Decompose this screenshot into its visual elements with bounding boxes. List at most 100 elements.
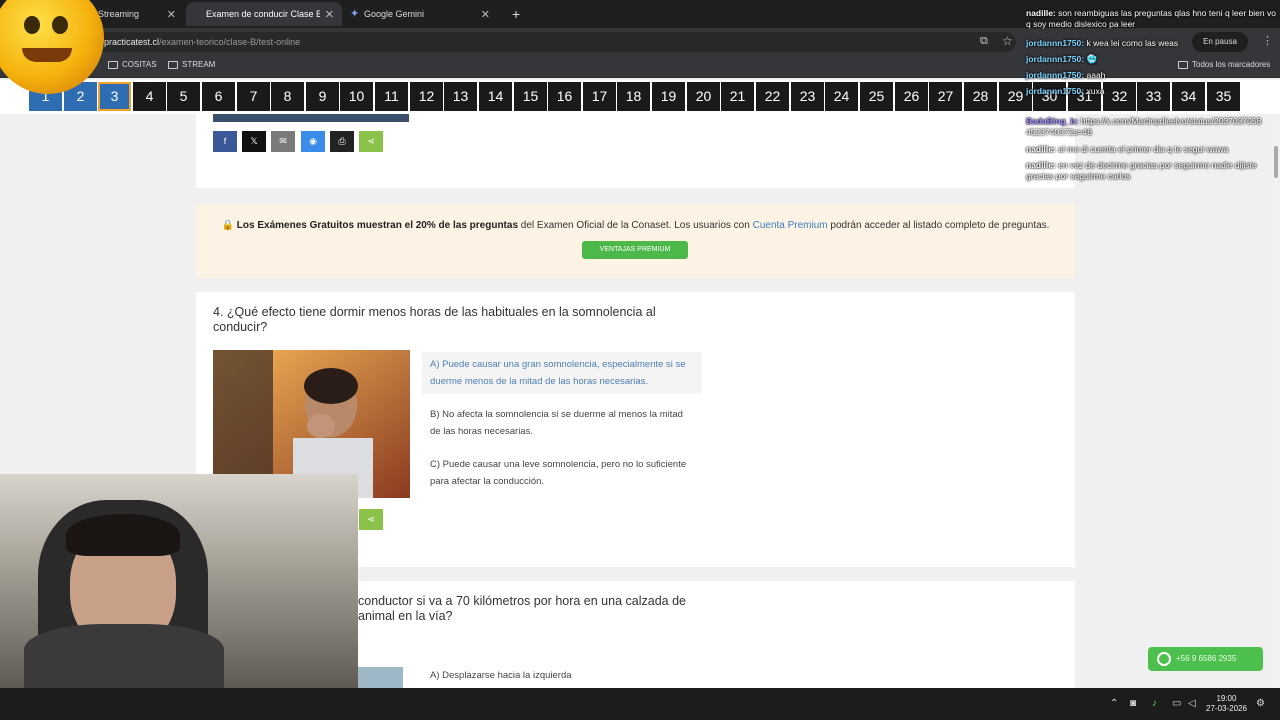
question-number-button[interactable]: 14 xyxy=(479,82,512,111)
chat-text: k wea lei como las weas xyxy=(1086,38,1179,48)
microphone-icon[interactable]: ♪ xyxy=(1152,698,1157,709)
question-number-button[interactable]: 18 xyxy=(617,82,650,111)
bookmark-star-icon[interactable]: ☆ xyxy=(1002,34,1013,48)
question-number-button[interactable]: 26 xyxy=(895,82,928,111)
question-number-button[interactable]: 16 xyxy=(548,82,581,111)
question-number-button[interactable]: 9 xyxy=(306,82,339,111)
volume-icon[interactable]: ◁ xyxy=(1188,698,1196,709)
gemini-icon: ✦ xyxy=(350,8,360,20)
question-number-button[interactable]: 3 xyxy=(98,82,131,111)
question-title: 4. ¿Qué efecto tiene dormir menos horas … xyxy=(213,305,656,334)
answer-option-c[interactable]: C) Puede causar una leve somnolencia, pe… xyxy=(422,456,702,490)
facebook-icon[interactable]: f xyxy=(213,131,237,152)
premium-text-2: podrán acceder al listado completo de pr… xyxy=(827,220,1050,231)
question-number-button[interactable]: 7 xyxy=(237,82,270,111)
question-number-button[interactable]: 20 xyxy=(687,82,720,111)
tab-streaming[interactable]: Streaming ✕ xyxy=(88,2,184,26)
bookmark-cositas[interactable]: COSITAS xyxy=(108,60,157,69)
webcam-overlay xyxy=(0,474,358,688)
chat-username: jordannn1750: xyxy=(1026,54,1085,64)
chevron-up-icon[interactable]: ⌃ xyxy=(1110,698,1118,709)
tab-gemini[interactable]: ✦ Google Gemini ✕ xyxy=(344,2,498,26)
premium-banner: 🔒 Los Exámenes Gratuitos muestran el 20%… xyxy=(196,204,1075,278)
chat-message: nadille: en vez de decirme gracias por s… xyxy=(1026,160,1276,182)
messenger-icon[interactable]: ◉ xyxy=(301,131,325,152)
question-number-button[interactable]: 12 xyxy=(410,82,443,111)
emoji-eye xyxy=(52,16,68,34)
question-image xyxy=(358,667,403,688)
chat-username: jordannn1750: xyxy=(1026,70,1085,80)
folder-icon xyxy=(108,60,118,69)
chat-username: nadille: xyxy=(1026,144,1056,154)
question-number-button[interactable]: 23 xyxy=(791,82,824,111)
folder-icon xyxy=(168,60,178,69)
chat-username: jordannn1750: xyxy=(1026,86,1085,96)
premium-text: 🔒 Los Exámenes Gratuitos muestran el 20%… xyxy=(196,220,1075,231)
chat-username: nadille: xyxy=(1026,160,1056,170)
clock-date: 27-03-2026 xyxy=(1206,704,1247,713)
question-number-button[interactable]: 4 xyxy=(133,82,166,111)
question-number-button[interactable]: 27 xyxy=(929,82,962,111)
clock[interactable]: 19:00 27-03-2026 xyxy=(1206,694,1247,714)
question-number-button[interactable]: 5 xyxy=(167,82,200,111)
answer-option-b[interactable]: B) No afecta la somnolencia si se duerme… xyxy=(422,406,702,440)
premium-text-1: del Examen Oficial de la Conaset. Los us… xyxy=(518,220,753,231)
install-app-icon[interactable]: ⧉ xyxy=(980,35,988,48)
answer-option-a[interactable]: A) Puede causar una gran somnolencia, es… xyxy=(422,352,702,394)
question-number-button[interactable]: 15 xyxy=(514,82,547,111)
whatsapp-button[interactable]: +56 9 6586 2935 xyxy=(1148,647,1263,671)
whatsapp-icon xyxy=(1157,652,1171,666)
chat-text: al me di cuenta el primer dia q te segui… xyxy=(1058,144,1229,154)
chat-message: nadille: son reambiguas las preguntas ql… xyxy=(1026,8,1276,30)
chat-message: nadille: al me di cuenta el primer dia q… xyxy=(1026,144,1276,155)
question-title-line2: animal en la vía? xyxy=(358,609,453,623)
question-number-button[interactable]: 24 xyxy=(825,82,858,111)
print-icon[interactable]: ⎙ xyxy=(330,131,354,152)
discord-icon[interactable]: ◙ xyxy=(1130,698,1136,709)
question-number-button[interactable]: 10 xyxy=(340,82,373,111)
question-number-button[interactable]: 19 xyxy=(652,82,685,111)
page-scrollbar[interactable] xyxy=(1272,114,1280,688)
taskbar: ⌃ ◙ ♪ ▭ ◁ 19:00 27-03-2026 ⚙ xyxy=(0,688,1280,720)
chat-message: jordannn1750: k wea lei como las weas xyxy=(1026,38,1276,49)
premium-account-link[interactable]: Cuenta Premium xyxy=(753,220,828,231)
practicatest-logo xyxy=(213,114,409,122)
share-icon[interactable]: ⋖ xyxy=(359,509,383,530)
email-icon[interactable]: ✉ xyxy=(271,131,295,152)
chat-text: son reambiguas las preguntas qlas hno te… xyxy=(1026,8,1276,29)
x-icon[interactable]: 𝕏 xyxy=(242,131,266,152)
close-tab-icon[interactable]: ✕ xyxy=(481,8,490,21)
share-card: f 𝕏 ✉ ◉ ⎙ ⋖ xyxy=(196,114,1075,188)
url-domain: practicatest.cl xyxy=(104,37,160,47)
bookmark-stream[interactable]: STREAM xyxy=(168,60,215,69)
notification-icon[interactable]: ⚙ xyxy=(1256,698,1265,709)
bookmark-label: STREAM xyxy=(182,60,216,69)
close-tab-icon[interactable]: ✕ xyxy=(325,8,334,21)
share-icon[interactable]: ⋖ xyxy=(359,131,383,152)
chat-username: BadaBing_b: xyxy=(1026,116,1079,126)
clock-time: 19:00 xyxy=(1216,694,1237,703)
question-number-button[interactable]: 25 xyxy=(860,82,893,111)
question-number-button[interactable]: 13 xyxy=(444,82,477,111)
webcam-shirt xyxy=(24,624,224,688)
answer-option-a[interactable]: A) Desplazarse hacia la izquierda xyxy=(422,667,702,684)
new-tab-button[interactable]: + xyxy=(502,2,526,26)
question-number-button[interactable]: 28 xyxy=(964,82,997,111)
chat-message: jordannn1750: aaah xyxy=(1026,70,1276,81)
emoji-eye xyxy=(24,16,40,34)
question-number-button[interactable]: 21 xyxy=(721,82,754,111)
tab-examen[interactable]: Examen de conducir Clase B - C ✕ xyxy=(186,2,342,26)
question-number-button[interactable]: 11 xyxy=(375,82,408,111)
question-number-button[interactable]: 22 xyxy=(756,82,789,111)
question-number-button[interactable]: 6 xyxy=(202,82,235,111)
chat-username: nadille: xyxy=(1026,8,1056,18)
tab-label: Examen de conducir Clase B - C xyxy=(206,9,320,19)
chat-text: 🥶 xyxy=(1086,54,1098,64)
question-number-button[interactable]: 17 xyxy=(583,82,616,111)
whatsapp-number: +56 9 6586 2935 xyxy=(1176,654,1237,663)
premium-advantages-button[interactable]: VENTAJAS PREMIUM xyxy=(582,241,688,259)
url-field[interactable]: practicatest.cl/examen-teorico/clase-B/t… xyxy=(96,32,1016,52)
question-number-button[interactable]: 8 xyxy=(271,82,304,111)
network-icon[interactable]: ▭ xyxy=(1172,698,1181,709)
close-tab-icon[interactable]: ✕ xyxy=(167,8,176,21)
